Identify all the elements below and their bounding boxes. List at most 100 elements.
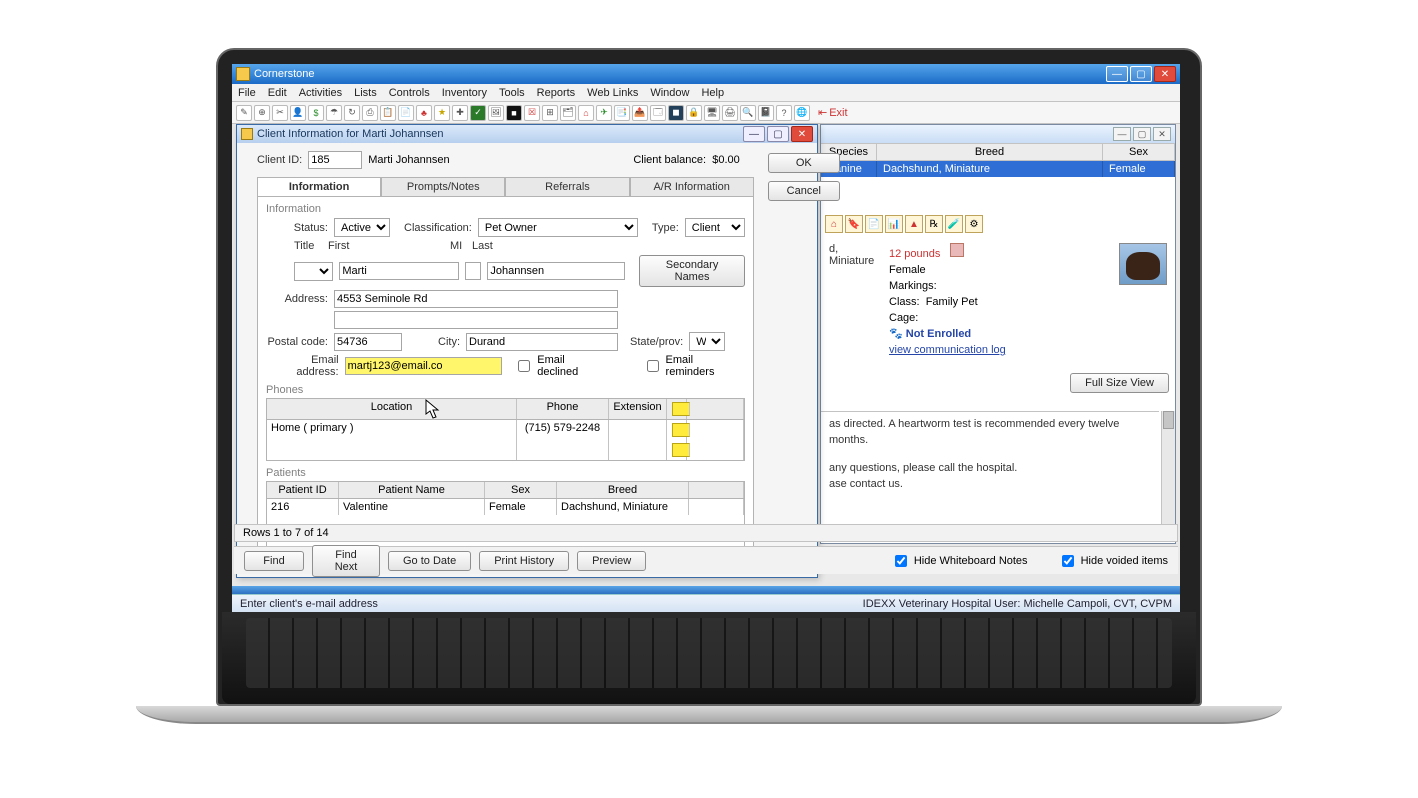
- first-input[interactable]: [339, 262, 459, 280]
- go-to-date-button[interactable]: Go to Date: [388, 551, 471, 571]
- tool-icon[interactable]: ◼: [668, 105, 684, 121]
- dialog-minimize[interactable]: —: [743, 126, 765, 142]
- tool-icon[interactable]: 📤: [632, 105, 648, 121]
- tab-ar[interactable]: A/R Information: [630, 177, 754, 196]
- menu-help[interactable]: Help: [701, 87, 724, 99]
- grid-row-selected[interactable]: Canine Dachshund, Miniature Female: [821, 161, 1175, 177]
- tool-icon[interactable]: ✎: [236, 105, 252, 121]
- dialog-maximize[interactable]: ▢: [767, 126, 789, 142]
- exit-button[interactable]: ⇤ Exit: [818, 106, 848, 119]
- rx-icon[interactable]: ℞: [925, 215, 943, 233]
- state-select[interactable]: WI: [689, 332, 725, 351]
- tool-icon[interactable]: ✚: [452, 105, 468, 121]
- note-icon[interactable]: 📄: [865, 215, 883, 233]
- hide-wb-check[interactable]: [895, 555, 907, 567]
- last-input[interactable]: [487, 262, 625, 280]
- menu-reports[interactable]: Reports: [537, 87, 576, 99]
- full-size-button[interactable]: Full Size View: [1070, 373, 1169, 393]
- menu-window[interactable]: Window: [650, 87, 689, 99]
- title-select[interactable]: [294, 262, 333, 281]
- secondary-names-button[interactable]: Secondary Names: [639, 255, 744, 287]
- lab-icon[interactable]: 🧪: [945, 215, 963, 233]
- tool-icon[interactable]: ☒: [524, 105, 540, 121]
- scrollbar-thumb[interactable]: [1163, 411, 1174, 429]
- menu-controls[interactable]: Controls: [389, 87, 430, 99]
- tool-icon[interactable]: ■: [506, 105, 522, 121]
- alert-icon[interactable]: ▲: [905, 215, 923, 233]
- mi-input[interactable]: [465, 262, 481, 280]
- patient-row[interactable]: 216 Valentine Female Dachshund, Miniatur…: [267, 499, 744, 515]
- tool-icon[interactable]: 🔍: [740, 105, 756, 121]
- ok-button[interactable]: OK: [768, 153, 840, 173]
- menu-tools[interactable]: Tools: [499, 87, 525, 99]
- address2-input[interactable]: [334, 311, 618, 329]
- tool-icon[interactable]: 🗔: [650, 105, 666, 121]
- dialog-close[interactable]: ✕: [791, 126, 813, 142]
- tool-icon[interactable]: ↻: [344, 105, 360, 121]
- email-input[interactable]: [345, 357, 503, 375]
- close-button[interactable]: ✕: [1154, 66, 1176, 82]
- phone-row[interactable]: Home ( primary ) (715) 579-2248: [267, 420, 744, 440]
- tab-referrals[interactable]: Referrals: [505, 177, 629, 196]
- tool-icon[interactable]: 📓: [758, 105, 774, 121]
- email-reminders-check[interactable]: [647, 360, 659, 372]
- class-select[interactable]: Pet Owner: [478, 218, 638, 237]
- menu-lists[interactable]: Lists: [354, 87, 377, 99]
- client-id-input[interactable]: [308, 151, 362, 169]
- tool-icon[interactable]: 🗂: [560, 105, 576, 121]
- tool-icon[interactable]: 🖨: [722, 105, 738, 121]
- tool-icon[interactable]: 🖥: [704, 105, 720, 121]
- print-history-button[interactable]: Print History: [479, 551, 569, 571]
- tool-icon[interactable]: 📄: [398, 105, 414, 121]
- phone-row-empty[interactable]: [267, 440, 744, 460]
- menu-file[interactable]: File: [238, 87, 256, 99]
- tool-icon[interactable]: ✓: [470, 105, 486, 121]
- tool-icon[interactable]: ⌂: [578, 105, 594, 121]
- menu-edit[interactable]: Edit: [268, 87, 287, 99]
- maximize-button[interactable]: ▢: [1130, 66, 1152, 82]
- address1-input[interactable]: [334, 290, 618, 308]
- hide-voided-check[interactable]: [1062, 555, 1074, 567]
- postal-input[interactable]: [334, 333, 402, 351]
- weight-unit-icon[interactable]: [950, 243, 964, 257]
- preview-button[interactable]: Preview: [577, 551, 646, 571]
- minimize-button[interactable]: —: [1106, 66, 1128, 82]
- cancel-button[interactable]: Cancel: [768, 181, 840, 201]
- tool-icon[interactable]: ⎙: [362, 105, 378, 121]
- tool-icon[interactable]: 🔒: [686, 105, 702, 121]
- tool-icon[interactable]: 📑: [614, 105, 630, 121]
- tool-icon[interactable]: ♣: [416, 105, 432, 121]
- tool-icon[interactable]: ☂: [326, 105, 342, 121]
- tool-icon[interactable]: ★: [434, 105, 450, 121]
- tool-icon[interactable]: 🌐: [794, 105, 810, 121]
- tool-icon[interactable]: 🖼: [488, 105, 504, 121]
- email-label: Email address:: [266, 354, 339, 378]
- tab-prompts[interactable]: Prompts/Notes: [381, 177, 505, 196]
- menu-weblinks[interactable]: Web Links: [587, 87, 638, 99]
- tool-icon[interactable]: $: [308, 105, 324, 121]
- tool-icon[interactable]: ⊕: [254, 105, 270, 121]
- gear-icon[interactable]: ⚙: [965, 215, 983, 233]
- comm-log-link[interactable]: view communication log: [889, 344, 1006, 356]
- menu-inventory[interactable]: Inventory: [442, 87, 487, 99]
- type-select[interactable]: Client: [685, 218, 745, 237]
- tool-icon[interactable]: 📋: [380, 105, 396, 121]
- tool-icon[interactable]: 👤: [290, 105, 306, 121]
- tool-icon[interactable]: ⊞: [542, 105, 558, 121]
- tool-icon[interactable]: ✂: [272, 105, 288, 121]
- city-input[interactable]: [466, 333, 618, 351]
- tool-icon[interactable]: ✈: [596, 105, 612, 121]
- tool-icon[interactable]: ?: [776, 105, 792, 121]
- tag-icon[interactable]: 🔖: [845, 215, 863, 233]
- email-declined-check[interactable]: [518, 360, 530, 372]
- tab-information[interactable]: Information: [257, 177, 381, 196]
- notes-scrollbar[interactable]: [1161, 411, 1175, 539]
- menu-activities[interactable]: Activities: [299, 87, 342, 99]
- find-next-button[interactable]: Find Next: [312, 545, 380, 577]
- child-minimize[interactable]: —: [1113, 127, 1131, 141]
- child-close[interactable]: ✕: [1153, 127, 1171, 141]
- find-button[interactable]: Find: [244, 551, 304, 571]
- child-maximize[interactable]: ▢: [1133, 127, 1151, 141]
- status-select[interactable]: Active: [334, 218, 390, 237]
- chart-icon[interactable]: 📊: [885, 215, 903, 233]
